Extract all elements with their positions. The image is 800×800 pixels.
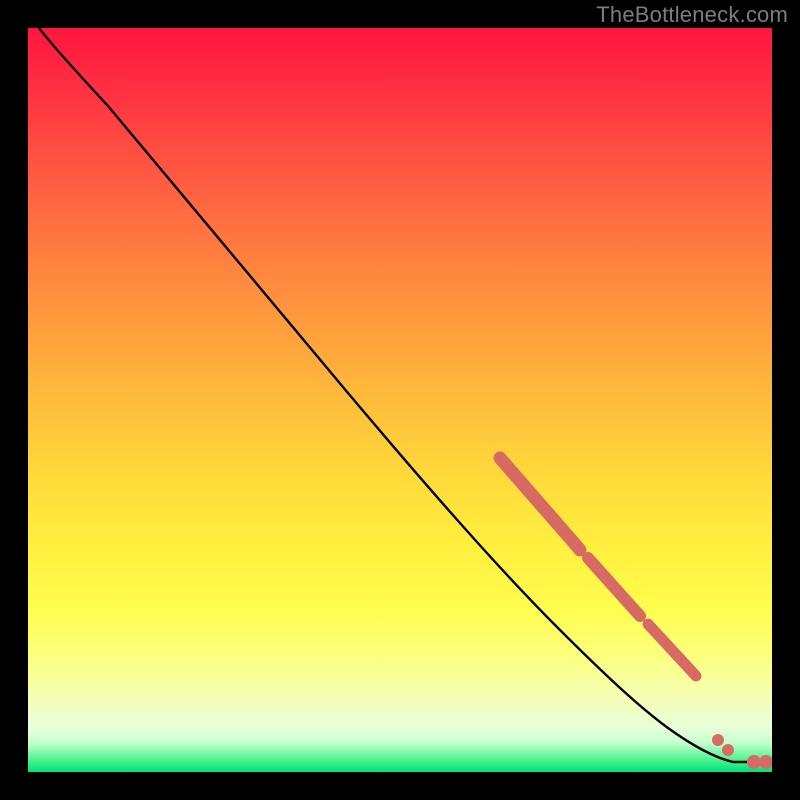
watermark-text: TheBottleneck.com bbox=[596, 2, 788, 28]
chart-stage: TheBottleneck.com bbox=[0, 0, 800, 800]
plot-gradient-background bbox=[28, 28, 772, 772]
